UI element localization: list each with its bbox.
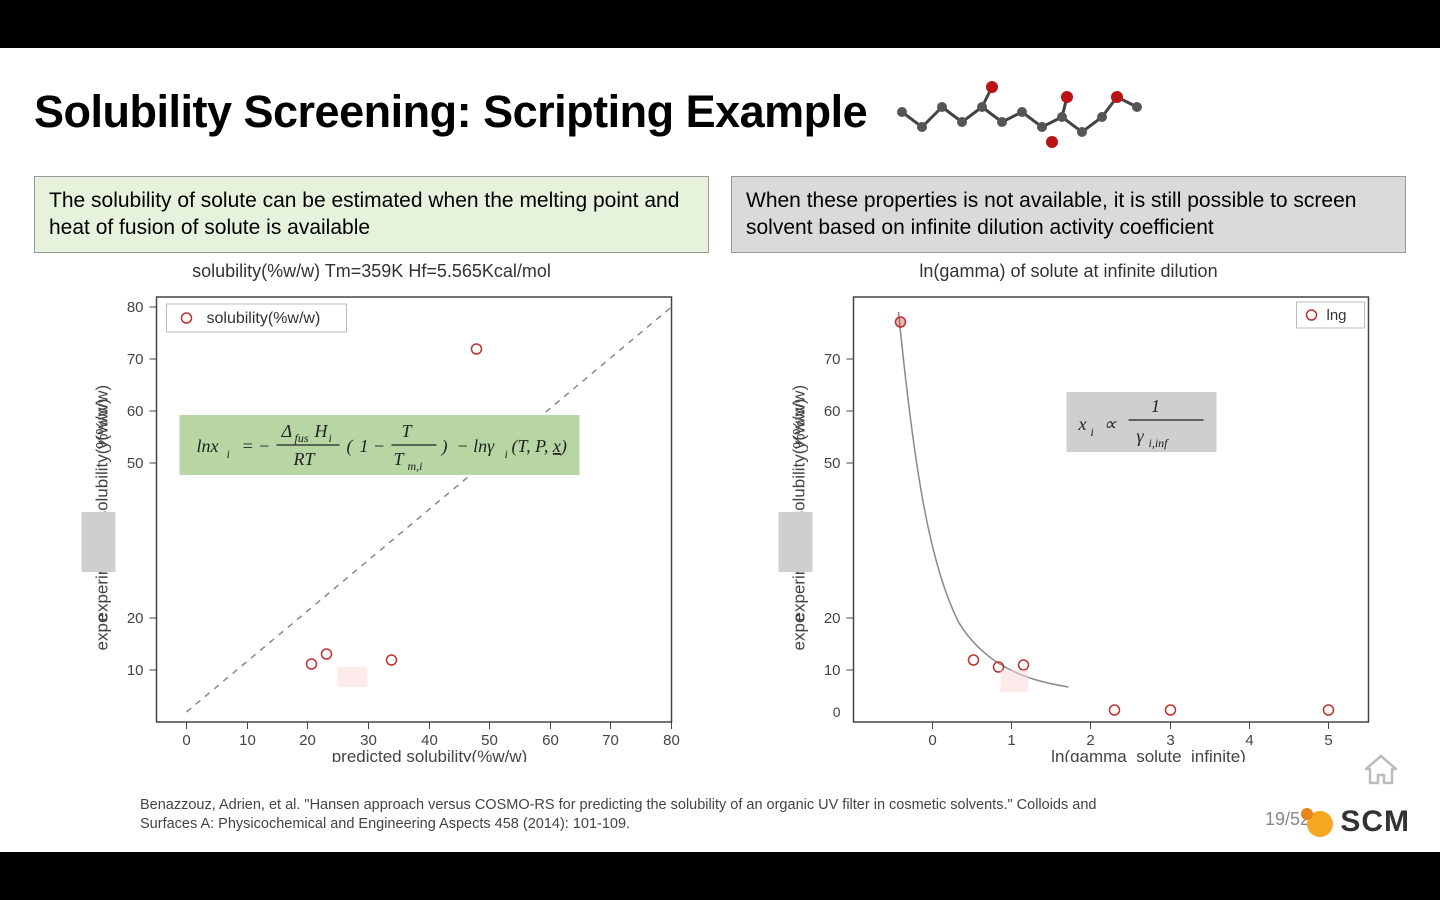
svg-text:80: 80 [663, 732, 680, 749]
svg-text:60: 60 [824, 403, 841, 420]
svg-text:lnx: lnx [197, 436, 219, 456]
molecule-image [897, 72, 1147, 152]
left-data-points [307, 344, 482, 669]
left-column: The solubility of solute can be estimate… [34, 176, 709, 762]
svg-text:Δ: Δ [281, 421, 293, 441]
left-chart-title: solubility(%w/w) Tm=359K Hf=5.565Kcal/mo… [34, 261, 709, 282]
svg-text:80: 80 [127, 299, 144, 316]
right-chart-svg: 10 20 50 60 70 0 0 1 2 3 4 [731, 282, 1406, 762]
svg-text:expe: expe [790, 613, 809, 650]
svg-text:(T, P, x): (T, P, x) [512, 436, 567, 457]
svg-text:10: 10 [824, 662, 841, 679]
left-equation: lnx i = − Δ fus H i RT ( 1 − T T [180, 415, 580, 475]
svg-text:20: 20 [824, 610, 841, 627]
svg-text:70: 70 [127, 351, 144, 368]
x-axis: 0 1 2 3 4 5 [928, 722, 1332, 749]
identity-line [187, 307, 672, 712]
svg-text:1 −: 1 − [360, 436, 386, 456]
svg-text:solubility(%w/w): solubility(%w/w) [207, 310, 321, 327]
svg-text:60: 60 [127, 403, 144, 420]
scm-logo-icon [1298, 804, 1336, 840]
svg-text:4: 4 [1245, 732, 1253, 749]
svg-text:1: 1 [1007, 732, 1015, 749]
slide: Solubility Screening: Scripting Example [0, 48, 1440, 852]
svg-text:20: 20 [127, 610, 144, 627]
right-chart: ln(gamma) of solute at infinite dilution… [731, 261, 1406, 762]
svg-text:0: 0 [182, 732, 190, 749]
left-callout: The solubility of solute can be estimate… [34, 176, 709, 253]
right-data-points [896, 317, 1334, 715]
svg-text:0: 0 [833, 704, 841, 720]
svg-text:H: H [314, 421, 329, 441]
svg-text:50: 50 [824, 455, 841, 472]
left-chart: solubility(%w/w) Tm=359K Hf=5.565Kcal/mo… [34, 261, 709, 762]
svg-text:∝: ∝ [1104, 414, 1118, 434]
svg-text:m,i: m,i [408, 459, 423, 473]
left-y-label-top: y(%w/w) [93, 384, 112, 448]
svg-text:y(%w/w): y(%w/w) [790, 384, 809, 448]
svg-text:(: ( [347, 436, 354, 457]
left-chart-svg: 10 20 50 60 70 80 0 10 20 30 40 50 [34, 282, 709, 762]
svg-text:lng: lng [1327, 307, 1347, 324]
svg-text:RT: RT [293, 449, 317, 469]
left-legend: solubility(%w/w) [167, 304, 347, 332]
svg-text:i: i [1091, 425, 1094, 439]
svg-text:60: 60 [542, 732, 559, 749]
svg-text:70: 70 [824, 351, 841, 368]
svg-text:i,inf: i,inf [1149, 436, 1170, 450]
left-x-label: predicted solubility(%w/w) [332, 747, 528, 762]
right-x-label: ln(gamma_solute_infinite) [1051, 747, 1246, 762]
svg-text:= −: = − [242, 436, 271, 456]
left-y-label-bot: expe [93, 613, 112, 650]
right-chart-title: ln(gamma) of solute at infinite dilution [731, 261, 1406, 282]
svg-text:i: i [505, 447, 508, 461]
content-columns: The solubility of solute can be estimate… [34, 176, 1406, 762]
svg-text:i: i [329, 431, 332, 445]
svg-text:5: 5 [1324, 732, 1332, 749]
scm-logo: SCM [1298, 804, 1410, 840]
title-row: Solubility Screening: Scripting Example [34, 72, 1406, 152]
x-axis: 0 10 20 30 40 50 60 70 80 [182, 722, 680, 749]
svg-text:− lnγ: − lnγ [457, 436, 496, 456]
svg-text:10: 10 [239, 732, 256, 749]
svg-text:): ) [441, 436, 448, 457]
right-equation: x i ∝ 1 γ i,inf [1067, 392, 1217, 452]
slide-title: Solubility Screening: Scripting Example [34, 86, 867, 138]
y-axis: 10 20 50 60 70 80 [127, 299, 157, 679]
svg-text:0: 0 [928, 732, 936, 749]
svg-text:20: 20 [299, 732, 316, 749]
svg-text:i: i [227, 447, 230, 461]
home-icon[interactable] [1362, 753, 1400, 792]
right-callout: When these properties is not available, … [731, 176, 1406, 253]
y-axis: 10 20 50 60 70 [824, 351, 854, 679]
svg-text:1: 1 [1151, 396, 1160, 416]
trend-curve [899, 312, 1069, 687]
svg-text:10: 10 [127, 662, 144, 679]
svg-text:fus: fus [295, 431, 309, 445]
svg-text:70: 70 [602, 732, 619, 749]
right-column: When these properties is not available, … [731, 176, 1406, 762]
right-legend: lng [1297, 302, 1365, 328]
svg-text:x: x [1078, 414, 1087, 434]
scm-logo-text: SCM [1340, 805, 1410, 839]
svg-text:γ: γ [1137, 426, 1145, 446]
svg-text:50: 50 [127, 455, 144, 472]
citation: Benazzouz, Adrien, et al. "Hansen approa… [140, 796, 1140, 834]
